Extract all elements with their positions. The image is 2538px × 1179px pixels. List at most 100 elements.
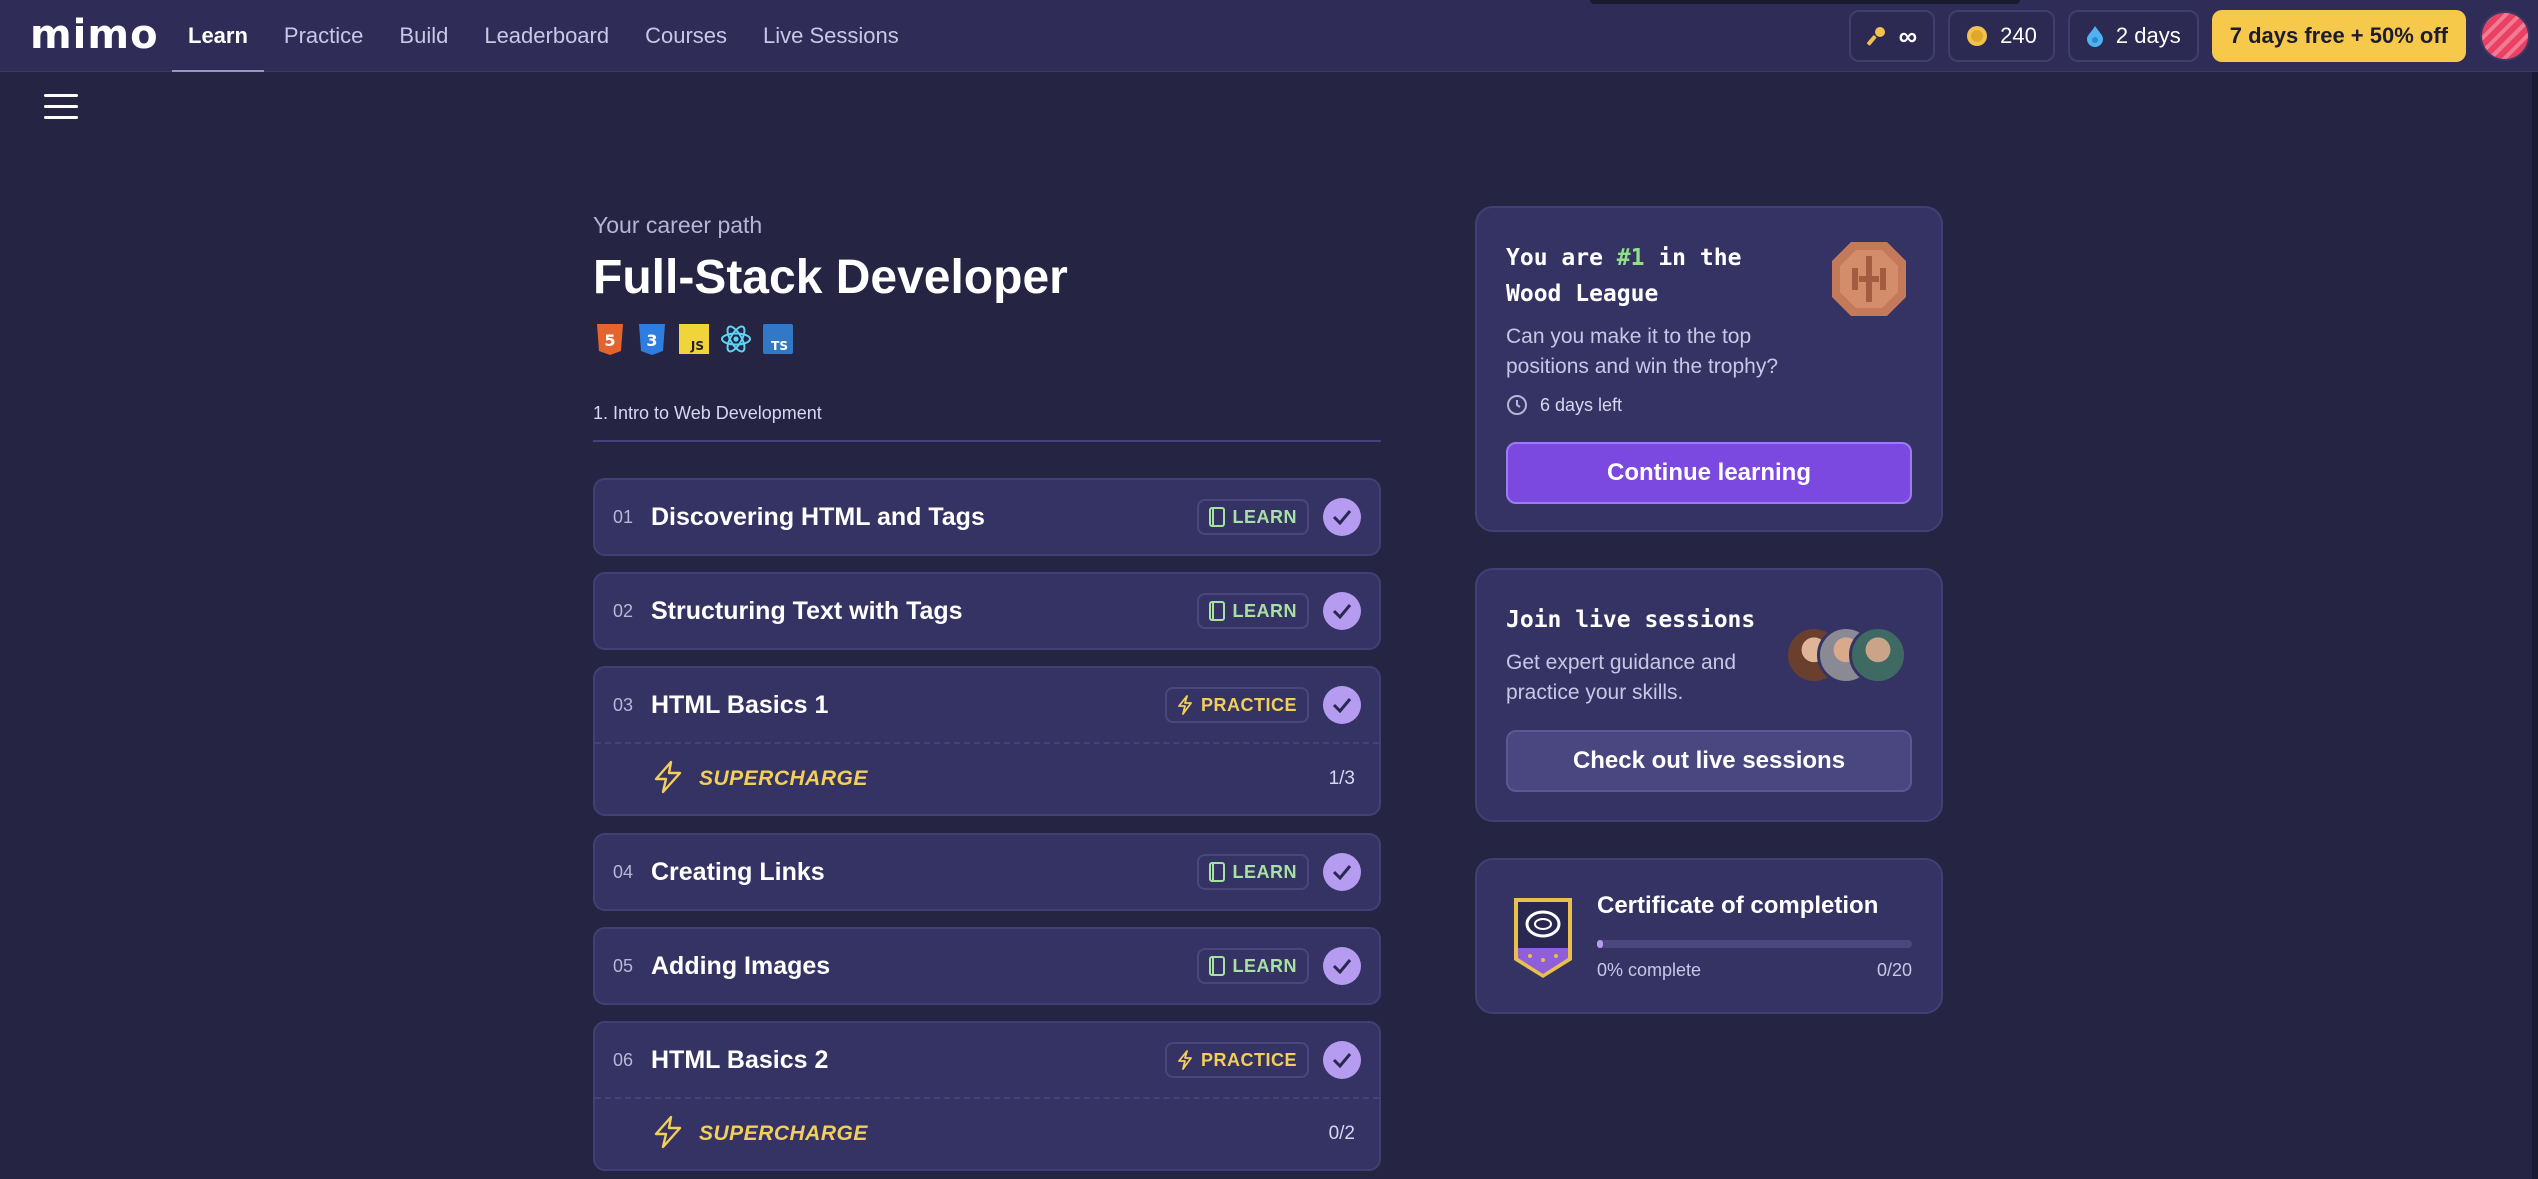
league-text: Can you make it to the top positions and… [1506, 325, 1779, 378]
continue-learning-button[interactable]: Continue learning [1506, 442, 1912, 504]
book-icon [1208, 507, 1225, 527]
lesson-item[interactable]: 05 Adding Images LEARN [593, 927, 1381, 1005]
typescript-icon: TS [763, 324, 793, 354]
supercharge-count: 0/2 [1328, 1123, 1355, 1144]
clock-icon [1506, 394, 1528, 416]
certificate-card[interactable]: Certificate of completion 0% complete 0/… [1475, 858, 1943, 1014]
lesson-number: 06 [613, 1049, 634, 1070]
league-rank: #1 [1616, 245, 1645, 271]
header-stats: ∞ 240 2 days 7 days free + 50% off [1848, 10, 2538, 62]
book-icon [1208, 862, 1225, 882]
lesson-item[interactable]: 04 Creating Links LEARN [593, 833, 1381, 911]
practice-tag: PRACTICE [1164, 687, 1309, 723]
check-icon [1323, 853, 1361, 891]
certificate-heading: Certificate of completion [1597, 892, 1879, 919]
tag-label: LEARN [1232, 600, 1297, 621]
flame-icon [2086, 25, 2104, 47]
mimo-logo[interactable]: mimo [30, 12, 159, 58]
menu-icon[interactable] [44, 94, 78, 124]
live-text: Get expert guidance and practice your sk… [1506, 651, 1736, 704]
svg-text:5: 5 [604, 331, 615, 350]
lesson-item[interactable]: 02 Structuring Text with Tags LEARN [593, 572, 1381, 650]
live-sessions-card: Join live sessions Get expert guidance a… [1475, 568, 1943, 822]
tech-icons: 5 3 JS TS [593, 322, 803, 356]
scrollbar[interactable] [2532, 72, 2538, 1179]
certificate-percent: 0% complete [1597, 960, 1702, 980]
book-icon [1208, 956, 1225, 976]
lesson-item[interactable]: 06 HTML Basics 2 PRACTICE SUPERCHARGE 0/… [593, 1021, 1381, 1171]
supercharge-row[interactable]: SUPERCHARGE 1/3 [595, 742, 1379, 814]
top-bar: mimo Learn Practice Build Leaderboard Co… [0, 0, 2538, 72]
mentor-avatar [1849, 626, 1907, 684]
user-avatar[interactable] [2480, 11, 2530, 61]
league-heading: You are #1 in the Wood League [1506, 240, 1806, 312]
html5-icon: 5 [597, 324, 623, 355]
lesson-number: 01 [613, 506, 634, 527]
learn-tag: LEARN [1196, 499, 1309, 535]
learn-tag: LEARN [1196, 593, 1309, 629]
streak-pill[interactable]: 2 days [2067, 10, 2199, 62]
svg-text:3: 3 [646, 331, 657, 350]
lesson-number: 02 [613, 600, 634, 621]
nav-live-sessions[interactable]: Live Sessions [745, 0, 917, 72]
window-strip [1590, 0, 2020, 4]
check-live-sessions-button[interactable]: Check out live sessions [1506, 730, 1912, 792]
svg-text:TS: TS [771, 339, 788, 353]
css3-icon: 3 [639, 324, 665, 355]
react-icon [721, 325, 751, 353]
lesson-item[interactable]: 01 Discovering HTML and Tags LEARN [593, 478, 1381, 556]
wood-league-badge-icon [1826, 236, 1912, 327]
supercharge-icon [651, 1115, 685, 1154]
practice-tag: PRACTICE [1164, 1042, 1309, 1078]
check-icon [1323, 592, 1361, 630]
javascript-icon: JS [679, 324, 709, 354]
lesson-title: HTML Basics 2 [651, 1045, 829, 1074]
tag-label: LEARN [1232, 955, 1297, 976]
league-card: You are #1 in the Wood League Can you ma… [1475, 206, 1943, 532]
mentor-avatars [1785, 626, 1911, 688]
coins-pill[interactable]: 240 [1948, 10, 2055, 62]
learn-tag: LEARN [1196, 854, 1309, 890]
lesson-title: Creating Links [651, 857, 825, 886]
tag-label: LEARN [1232, 506, 1297, 527]
learn-tag: LEARN [1196, 948, 1309, 984]
certificate-progress-track [1597, 940, 1912, 948]
tag-label: PRACTICE [1200, 694, 1297, 715]
nav-courses[interactable]: Courses [627, 0, 745, 72]
nav-leaderboard[interactable]: Leaderboard [466, 0, 627, 72]
lesson-title: Structuring Text with Tags [651, 596, 963, 625]
lightning-icon [1177, 1050, 1193, 1070]
certificate-badge-icon [1506, 890, 1580, 987]
lesson-number: 05 [613, 955, 634, 976]
lesson-title: Discovering HTML and Tags [651, 502, 985, 531]
supercharge-label: SUPERCHARGE [699, 767, 868, 790]
section-title: 1. Intro to Web Development [593, 403, 822, 423]
time-left-label: 6 days left [1540, 394, 1623, 415]
coins-value: 240 [2000, 23, 2037, 48]
supercharge-count: 1/3 [1328, 768, 1355, 789]
lesson-title: HTML Basics 1 [651, 690, 829, 719]
book-icon [1208, 601, 1225, 621]
keys-pill[interactable]: ∞ [1848, 10, 1936, 62]
lesson-title: Adding Images [651, 951, 831, 980]
lesson-number: 04 [613, 861, 634, 882]
key-icon [1866, 25, 1887, 47]
main-nav: Learn Practice Build Leaderboard Courses… [170, 0, 917, 72]
nav-build[interactable]: Build [381, 0, 466, 72]
svg-text:JS: JS [690, 339, 704, 353]
check-icon [1323, 498, 1361, 536]
keys-value: ∞ [1898, 20, 1918, 51]
certificate-progress-fill [1597, 940, 1604, 948]
supercharge-label: SUPERCHARGE [699, 1122, 868, 1145]
live-heading: Join live sessions [1506, 607, 1756, 633]
promo-button[interactable]: 7 days free + 50% off [2211, 10, 2466, 62]
supercharge-row[interactable]: SUPERCHARGE 0/2 [595, 1097, 1379, 1169]
coin-icon [1966, 25, 1988, 47]
tag-label: PRACTICE [1200, 1049, 1297, 1070]
nav-practice[interactable]: Practice [266, 0, 381, 72]
nav-learn[interactable]: Learn [170, 0, 266, 72]
lesson-item[interactable]: 03 HTML Basics 1 PRACTICE SUPERCHARGE 1/… [593, 666, 1381, 816]
section-divider [593, 440, 1381, 442]
league-heading-prefix: You are [1506, 245, 1617, 271]
check-icon [1323, 1041, 1361, 1079]
